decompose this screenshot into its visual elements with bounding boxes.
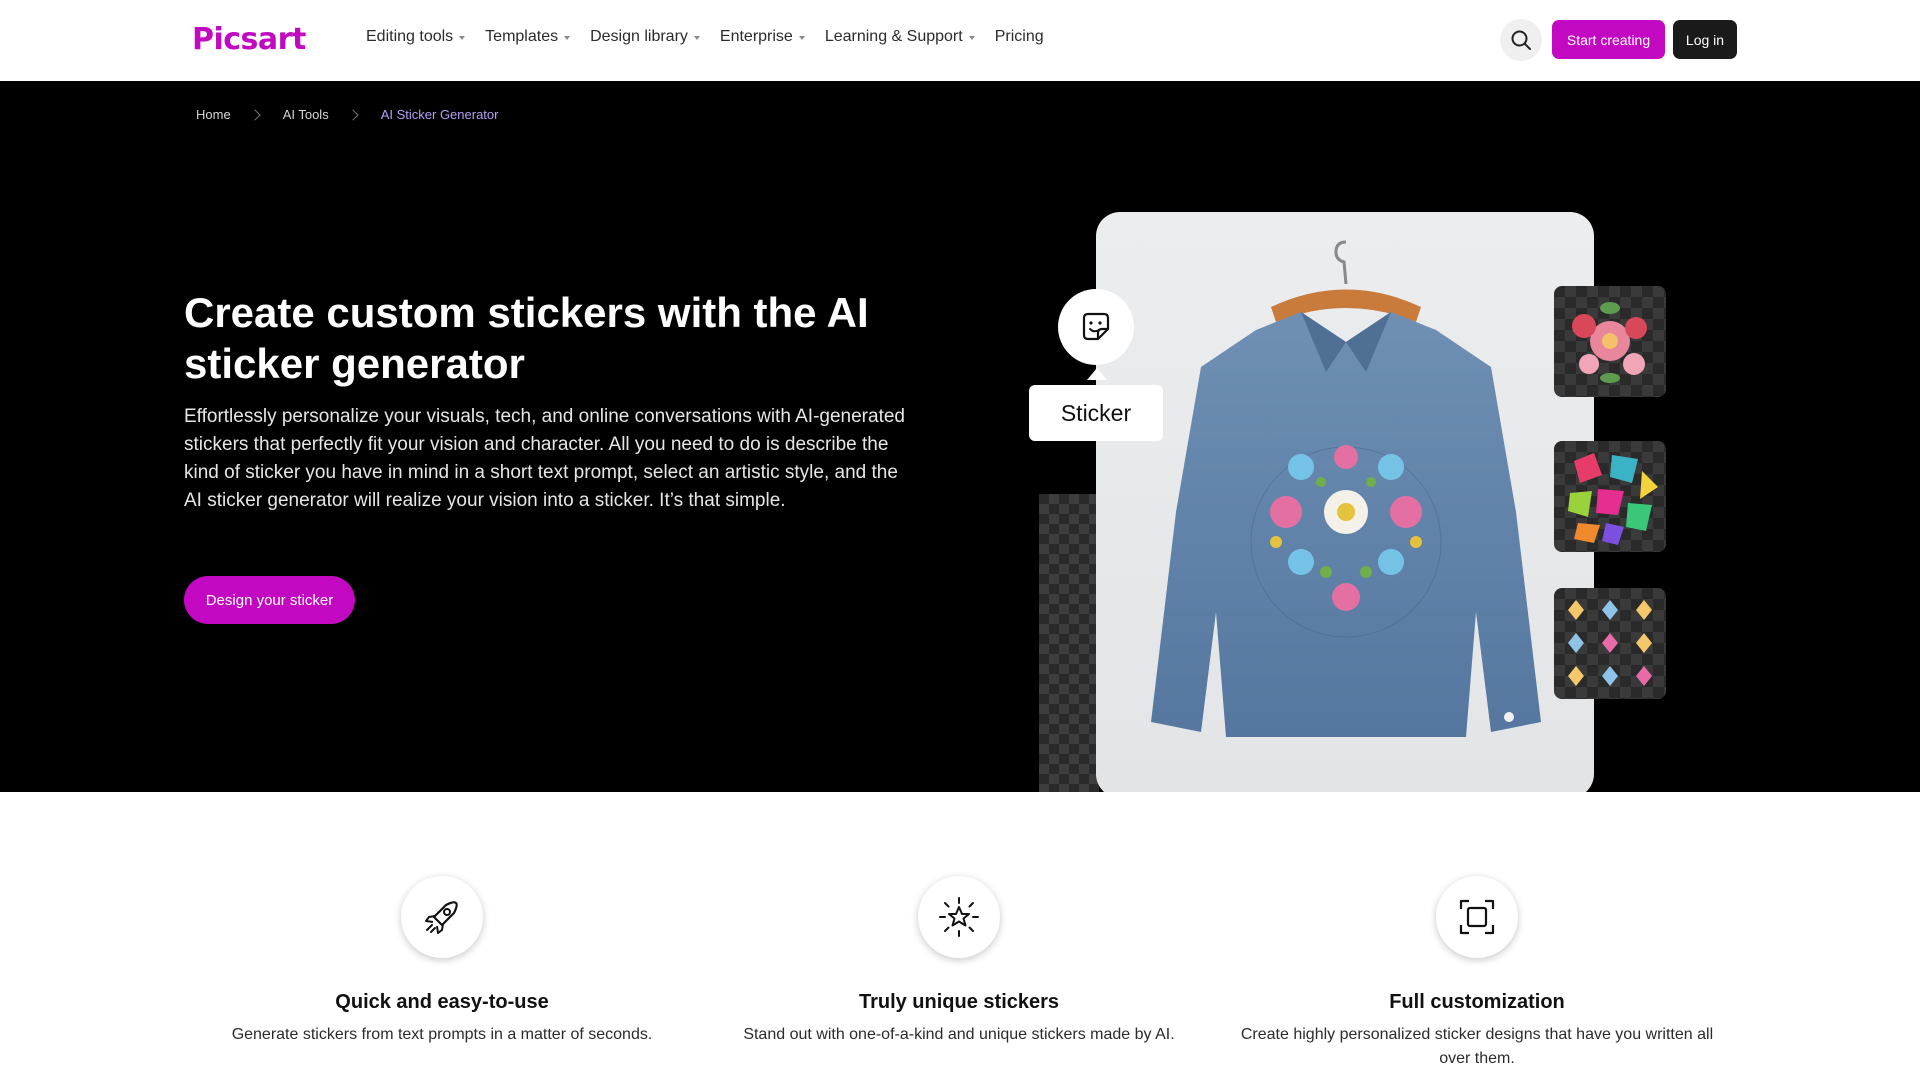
pattern-stickers-thumbnail [1554,588,1666,699]
chevron-down-icon [693,36,700,40]
design-sticker-button[interactable]: Design your sticker [184,576,355,624]
main-nav: Editing tools Templates Design library E… [366,28,1064,46]
nav-pricing[interactable]: Pricing [995,28,1044,46]
nav-editing-tools[interactable]: Editing tools [366,28,466,46]
nav-learning-support-label: Learning & Support [824,28,963,45]
nav-design-library-label: Design library [590,28,688,45]
search-button[interactable] [1500,19,1542,61]
feature-icon-wrapper [918,876,1000,958]
nav-templates-label: Templates [485,28,559,45]
nav-templates[interactable]: Templates [485,28,571,46]
page-title: Create custom stickers with the AI stick… [184,289,869,387]
denim-jacket-image [1096,212,1594,792]
sticker-bubble [1058,289,1134,365]
feature-quick-easy: Quick and easy-to-use Generate stickers … [182,876,702,1047]
nav-enterprise[interactable]: Enterprise [720,28,805,46]
card-bottom-spacer [1096,721,1594,792]
floral-sticker-graphic [1572,302,1647,383]
login-button[interactable]: Log in [1673,20,1737,59]
hero-description: Effortlessly personalize your visuals, t… [184,406,905,511]
chevron-right-icon [249,108,261,121]
nav-design-library[interactable]: Design library [590,28,700,46]
sticker-pointer [1087,368,1107,380]
chevron-down-icon [564,36,571,40]
gems-sticker-graphic [1568,453,1658,545]
sparkle-star-icon [939,897,979,937]
feature-full-customization: Full customization Create highly persona… [1217,876,1737,1071]
nav-learning-support[interactable]: Learning & Support [825,28,975,46]
jacket-illustration [1151,240,1541,737]
feature-description: Create highly personalized sticker desig… [1240,1026,1714,1067]
top-navbar: Picsart Editing tools Templates Design l… [0,0,1920,81]
feature-description: Generate stickers from text prompts in a… [231,1026,653,1043]
chevron-down-icon [968,36,975,40]
breadcrumb-ai-tools[interactable]: AI Tools [283,107,329,122]
nav-enterprise-label: Enterprise [719,28,793,45]
feature-icon-wrapper [1436,876,1518,958]
feature-title: Quick and easy-to-use [335,991,549,1013]
sticker-icon [1082,312,1110,341]
hero-section: Home AI Tools AI Sticker Generator Creat… [0,81,1920,792]
breadcrumb-current: AI Sticker Generator [380,107,499,122]
picsart-logo[interactable]: Picsart [192,22,306,57]
feature-icon-wrapper [401,876,483,958]
chevron-right-icon [347,108,359,121]
feature-title: Full customization [1389,991,1565,1013]
transparency-checker-strip [1039,494,1099,792]
rocket-icon [425,901,458,934]
chevron-down-icon [459,36,466,40]
crop-frame-icon [1459,899,1495,935]
feature-title: Truly unique stickers [858,991,1060,1013]
nav-pricing-label: Pricing [994,28,1044,45]
breadcrumb-home[interactable]: Home [196,107,231,122]
nav-editing-tools-label: Editing tools [366,28,454,45]
start-creating-button[interactable]: Start creating [1552,20,1665,59]
sticker-tag: Sticker [1029,385,1163,441]
chevron-down-icon [798,36,805,40]
feature-description: Stand out with one-of-a-kind and unique … [743,1026,1175,1043]
breadcrumb: Home AI Tools AI Sticker Generator [196,107,498,122]
pattern-sticker-graphic [1568,600,1652,686]
search-icon [1511,30,1531,50]
feature-unique-stickers: Truly unique stickers Stand out with one… [699,876,1219,1047]
colorful-gems-sticker-thumbnail [1554,441,1666,552]
floral-sticker-thumbnail [1554,286,1666,397]
